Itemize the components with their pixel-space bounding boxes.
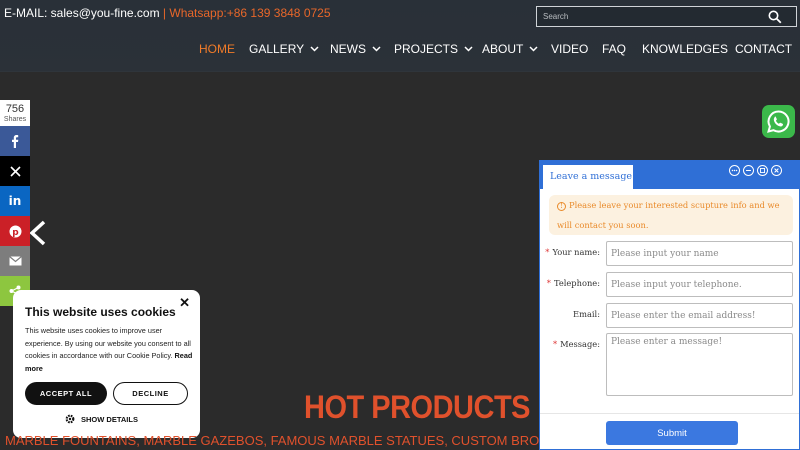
cookie-body-text: This website uses cookies to improve use…	[25, 326, 191, 360]
x-logo-icon	[9, 165, 21, 177]
linkedin-icon: in	[8, 194, 22, 208]
maximize-icon[interactable]	[757, 165, 768, 176]
nav-projects-label: PROJECTS	[394, 42, 459, 56]
envelope-icon	[8, 256, 22, 266]
share-x-button[interactable]	[0, 156, 30, 186]
contact-separator: |	[159, 6, 170, 20]
nav-gallery-label: GALLERY	[249, 42, 305, 56]
search-icon[interactable]	[768, 10, 782, 24]
share-facebook-button[interactable]	[0, 126, 30, 156]
chevron-down-icon	[310, 46, 319, 52]
minimize-icon[interactable]	[743, 165, 754, 176]
nav-video[interactable]: VIDEO	[551, 42, 588, 56]
close-icon[interactable]	[771, 165, 782, 176]
pinterest-icon: p	[9, 225, 21, 238]
submit-button[interactable]: Submit	[606, 421, 738, 445]
cookie-consent-popup: ✕ This website uses cookies This website…	[13, 290, 200, 438]
site-header: E-MAIL: sales@you-fine.com | Whatsapp:+8…	[0, 0, 800, 72]
cookie-title: This website uses cookies	[25, 305, 176, 319]
name-label: * Your name:	[545, 247, 600, 257]
hot-products-subtitle: MARBLE FOUNTAINS, MARBLE GAZEBOS, FAMOUS…	[5, 433, 566, 448]
message-textarea[interactable]	[606, 333, 793, 396]
email-label: Email:	[540, 309, 600, 319]
close-icon[interactable]: ✕	[179, 295, 190, 311]
search-input[interactable]	[537, 7, 762, 26]
email-label-text: Email:	[573, 309, 600, 319]
svg-text:p: p	[12, 228, 19, 238]
tab-leave-message[interactable]: Leave a message	[543, 165, 633, 189]
telephone-label: * Telephone:	[546, 278, 600, 288]
whatsapp-link[interactable]: Whatsapp:+86 139 3848 0725	[169, 6, 330, 20]
nav-about[interactable]: ABOUT	[482, 42, 538, 56]
accept-all-button[interactable]: ACCEPT ALL	[25, 382, 107, 405]
divider	[540, 413, 799, 414]
nav-knowledges[interactable]: KNOWLEDGES	[642, 42, 728, 56]
nav-knowledges-label: KNOWLEDGES	[642, 42, 729, 56]
nav-about-label: ABOUT	[482, 42, 524, 56]
share-count-number: 756	[5, 103, 25, 115]
nav-contact[interactable]: CONTACT	[735, 42, 792, 56]
telephone-field[interactable]	[606, 272, 793, 297]
share-count: 756 Shares	[0, 100, 30, 126]
name-label-text: Your name:	[552, 247, 600, 257]
message-notice: ! Please leave your interested scupture i…	[549, 195, 793, 235]
nav-faq[interactable]: FAQ	[602, 42, 626, 56]
message-panel-header: Leave a message	[540, 161, 799, 189]
chat-icon[interactable]	[729, 165, 740, 176]
cookie-body: This website uses cookies to improve use…	[25, 325, 193, 375]
nav-home[interactable]: HOME	[199, 42, 235, 56]
main-nav: HOME GALLERY NEWS PROJECTS ABOUT VIDEO F…	[0, 42, 800, 60]
contact-info: E-MAIL: sales@you-fine.com | Whatsapp:+8…	[4, 6, 331, 20]
chevron-down-icon	[372, 46, 381, 52]
chevron-down-icon	[464, 46, 473, 52]
search-box	[536, 6, 797, 27]
show-details-toggle[interactable]: SHOW DETAILS	[65, 414, 138, 424]
nav-home-label: HOME	[199, 42, 235, 56]
gear-icon	[65, 414, 75, 424]
decline-button[interactable]: DECLINE	[113, 382, 188, 405]
nav-projects[interactable]: PROJECTS	[394, 42, 473, 56]
share-pinterest-button[interactable]: p	[0, 216, 30, 246]
telephone-label-text: Telephone:	[553, 278, 600, 288]
whatsapp-chat-button[interactable]	[762, 105, 795, 138]
nav-news[interactable]: NEWS	[330, 42, 381, 56]
message-notice-text: Please leave your interested scupture in…	[557, 200, 780, 230]
whatsapp-icon	[767, 110, 790, 133]
slider-prev-arrow-icon[interactable]	[28, 218, 48, 248]
nav-gallery[interactable]: GALLERY	[249, 42, 319, 56]
leave-message-panel: Leave a message ! Please leave your inter…	[539, 160, 800, 450]
info-icon: !	[557, 202, 566, 211]
nav-faq-label: FAQ	[602, 42, 627, 56]
share-linkedin-button[interactable]: in	[0, 186, 30, 216]
email-field[interactable]	[606, 303, 793, 328]
nav-news-label: NEWS	[330, 42, 366, 56]
facebook-icon	[12, 134, 19, 148]
share-email-button[interactable]	[0, 246, 30, 276]
share-count-label: Shares	[3, 116, 27, 123]
name-field[interactable]	[606, 241, 793, 266]
email-link[interactable]: E-MAIL: sales@you-fine.com	[4, 6, 160, 20]
message-label-text: Message:	[560, 339, 600, 349]
show-details-label: SHOW DETAILS	[81, 414, 138, 424]
nav-video-label: VIDEO	[551, 42, 589, 56]
hot-products-title: HOT PRODUCTS	[304, 390, 531, 426]
message-label: * Message:	[552, 339, 600, 349]
nav-contact-label: CONTACT	[735, 42, 793, 56]
chevron-down-icon	[529, 46, 538, 52]
